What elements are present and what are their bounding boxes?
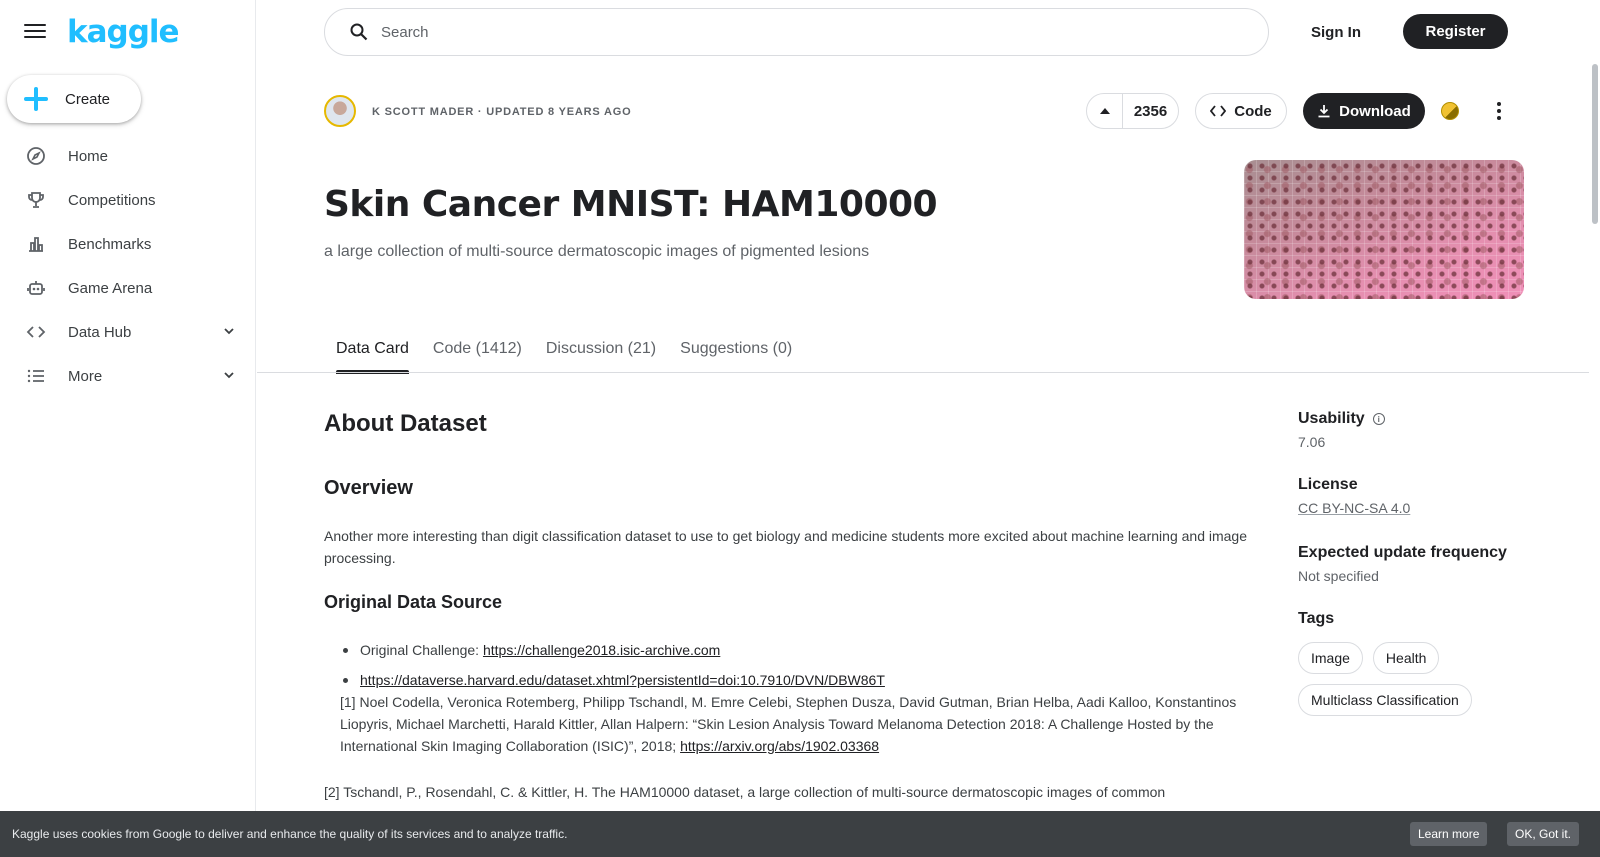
caret-up-icon <box>1099 108 1110 114</box>
tab-data-card[interactable]: Data Card <box>324 326 421 374</box>
chevron-down-icon[interactable] <box>222 368 236 382</box>
author-avatar[interactable] <box>324 95 356 127</box>
upvote-button[interactable] <box>1087 94 1123 128</box>
tabs-divider <box>257 372 1589 373</box>
upvote-count: 2356 <box>1133 102 1168 120</box>
license-link[interactable]: CC BY-NC-SA 4.0 <box>1298 500 1410 516</box>
source-heading: Original Data Source <box>324 592 503 612</box>
cookie-banner: Kaggle uses cookies from Google to deliv… <box>0 811 1600 857</box>
sidebar-item-label: More <box>68 367 103 385</box>
code-brackets-icon <box>26 322 46 342</box>
overview-paragraph: Another more interesting than digit clas… <box>324 528 1247 566</box>
tab-suggestions[interactable]: Suggestions (0) <box>668 326 804 372</box>
source-list: Original Challenge: https://challenge201… <box>340 639 1280 757</box>
frequency-label: Expected update frequency <box>1298 544 1507 561</box>
sidebar-item-label: Benchmarks <box>68 235 152 253</box>
chevron-down-icon[interactable] <box>222 324 236 338</box>
dataset-subtitle: a large collection of multi-source derma… <box>324 243 870 260</box>
search-bar[interactable] <box>324 8 1269 56</box>
dataset-cover-image <box>1244 160 1524 299</box>
learn-more-button[interactable]: Learn more <box>1410 822 1488 846</box>
tab-code[interactable]: Code (1412) <box>421 326 534 372</box>
code-button[interactable]: Code <box>1195 93 1287 129</box>
challenge-link[interactable]: https://challenge2018.isic-archive.com <box>483 642 720 658</box>
sidebar-item-label: Home <box>68 147 109 165</box>
tag-chip[interactable]: Health <box>1372 642 1440 674</box>
sidebar: kaggle Create Home Competitions Benchmar… <box>0 0 256 857</box>
list-icon <box>26 366 46 386</box>
download-button[interactable]: Download <box>1303 93 1425 129</box>
sidebar-item-label: Data Hub <box>68 323 132 341</box>
code-brackets-icon <box>1210 105 1227 117</box>
bar-chart-icon <box>26 234 46 254</box>
tag-chip[interactable]: Image <box>1298 642 1363 674</box>
challenge-prefix: Original Challenge: <box>360 642 483 658</box>
register-button[interactable]: Register <box>1403 14 1508 49</box>
more-options-icon[interactable] <box>1496 100 1502 122</box>
robot-icon <box>26 278 46 298</box>
sidebar-item-more[interactable]: More <box>0 354 256 398</box>
dataverse-link[interactable]: https://dataverse.harvard.edu/dataset.xh… <box>360 672 885 688</box>
sidebar-nav: Home Competitions Benchmarks Game Arena … <box>0 134 256 398</box>
sidebar-item-label: Competitions <box>68 191 156 209</box>
frequency-value: Not specified <box>1298 568 1379 584</box>
trophy-icon <box>26 190 46 210</box>
list-item: https://dataverse.harvard.edu/dataset.xh… <box>340 669 1280 691</box>
medal-icon[interactable] <box>1441 102 1459 120</box>
sidebar-item-label: Game Arena <box>68 279 153 297</box>
sidebar-item-game-arena[interactable]: Game Arena <box>0 266 256 310</box>
code-button-label: Code <box>1234 102 1272 120</box>
tag-chip[interactable]: Multiclass Classification <box>1298 684 1472 716</box>
info-icon[interactable]: i <box>1372 413 1385 425</box>
cookie-accept-button[interactable]: OK, Got it. <box>1507 822 1580 846</box>
tag-list: Image Health Multiclass Classification <box>1298 642 1538 716</box>
page-scrollbar[interactable] <box>1592 64 1598 224</box>
upvote-control: 2356 <box>1086 93 1179 129</box>
tags-label: Tags <box>1298 610 1335 627</box>
sidebar-item-benchmarks[interactable]: Benchmarks <box>0 222 256 266</box>
usability-heading: Usability i <box>1298 410 1538 428</box>
author-byline: K Scott Mader · Updated 8 years ago <box>372 106 632 118</box>
download-button-label: Download <box>1339 102 1411 120</box>
sidebar-item-home[interactable]: Home <box>0 134 256 178</box>
reference-2: [2] Tschandl, P., Rosendahl, C. & Kittle… <box>324 784 1166 800</box>
dataset-meta-panel: Usability i 7.06 License CC BY-NC-SA 4.0… <box>1298 410 1538 716</box>
cookie-text: Kaggle uses cookies from Google to deliv… <box>12 827 568 841</box>
license-label: License <box>1298 476 1358 493</box>
sidebar-item-data-hub[interactable]: Data Hub <box>0 310 256 354</box>
dataset-tabs: Data Card Code (1412) Discussion (21) Su… <box>324 326 804 374</box>
list-item: Original Challenge: https://challenge201… <box>340 639 1280 661</box>
sidebar-item-competitions[interactable]: Competitions <box>0 178 256 222</box>
sign-in-button[interactable]: Sign In <box>1295 14 1377 50</box>
arxiv-link[interactable]: https://arxiv.org/abs/1902.03368 <box>680 738 879 754</box>
compass-icon <box>26 146 46 166</box>
search-input[interactable] <box>381 23 1241 41</box>
download-icon <box>1318 105 1330 118</box>
reference-1: [1] Noel Codella, Veronica Rotemberg, Ph… <box>340 691 1280 757</box>
usability-value: 7.06 <box>1298 434 1326 450</box>
tab-discussion[interactable]: Discussion (21) <box>534 326 668 372</box>
create-label: Create <box>65 90 111 108</box>
plus-icon <box>24 87 48 111</box>
dataset-title: Skin Cancer MNIST: HAM10000 <box>324 184 938 225</box>
hamburger-menu-icon[interactable] <box>24 21 46 43</box>
kaggle-logo[interactable]: kaggle <box>67 14 180 50</box>
overview-heading: Overview <box>324 477 413 499</box>
about-heading: About Dataset <box>324 410 487 437</box>
search-icon <box>350 23 368 41</box>
create-button[interactable]: Create <box>7 75 141 123</box>
usability-label: Usability <box>1298 410 1365 427</box>
